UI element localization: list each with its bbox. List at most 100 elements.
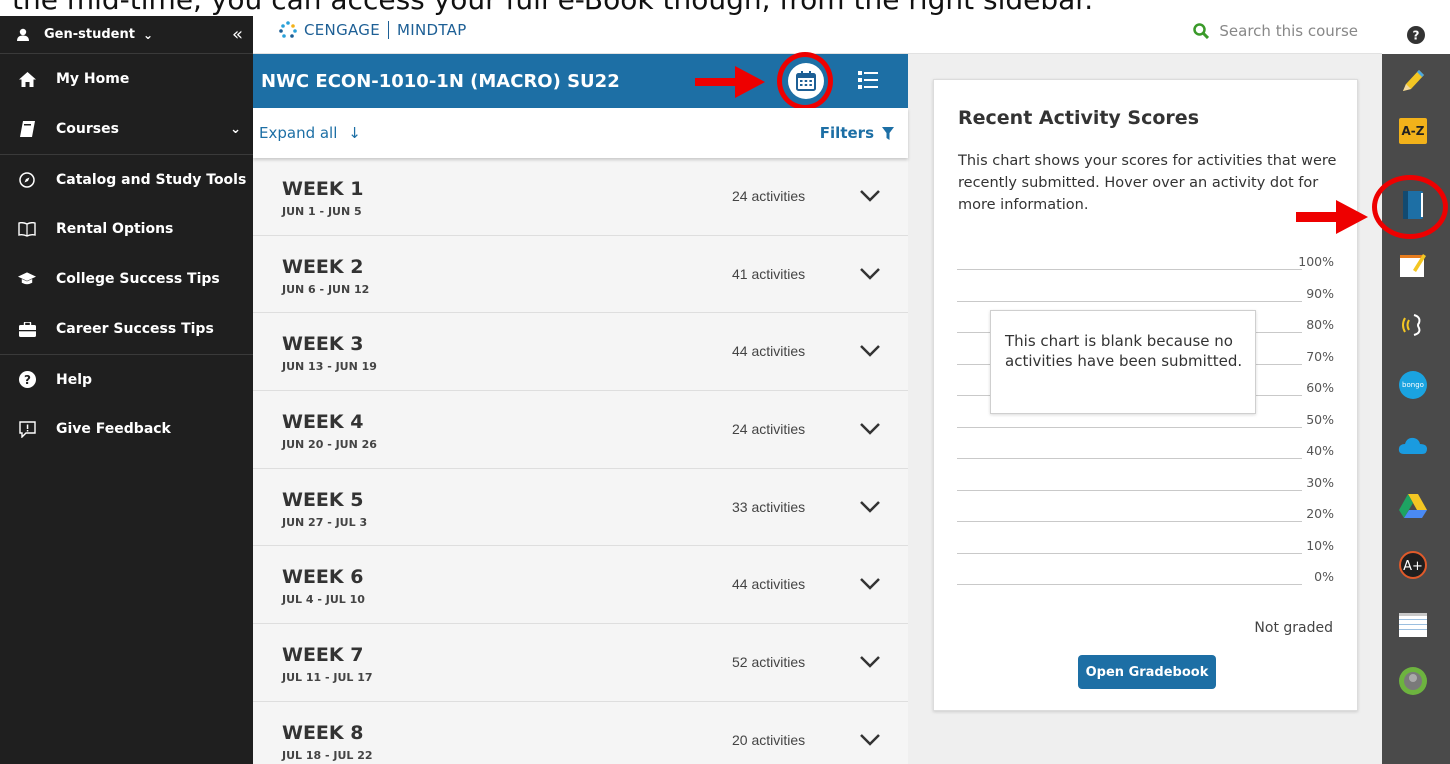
list-item[interactable]: WEEK 6 JUL 4 - JUL 10 44 activities — [253, 546, 908, 625]
chart-gridline — [957, 584, 1302, 585]
dock-notes[interactable] — [1398, 250, 1428, 280]
chart-gridline — [957, 300, 1302, 302]
chart-tick-label: 10% — [1306, 537, 1334, 553]
dock-bongo[interactable]: bongo — [1398, 370, 1428, 400]
dock-dictionary[interactable]: A-Z — [1398, 116, 1428, 146]
chevron-down-icon: ⌄ — [142, 27, 153, 42]
dock-aplia[interactable]: A+ — [1398, 550, 1428, 580]
chevron-down-icon[interactable] — [860, 500, 880, 513]
sidebar-item-courses[interactable]: Courses ⌄ — [0, 104, 253, 154]
sidebar-item-rental-options[interactable]: Rental Options — [0, 204, 253, 254]
cengage-logo[interactable]: CENGAGE MINDTAP — [278, 20, 467, 40]
help-button[interactable]: ? — [1382, 16, 1450, 54]
course-search[interactable]: Search this course — [1193, 22, 1358, 40]
week-title: WEEK 7 — [282, 644, 364, 667]
sidebar-item-help[interactable]: ? Help — [0, 354, 253, 404]
notes-icon — [1400, 254, 1426, 277]
sidebar-item-college-tips[interactable]: College Success Tips — [0, 254, 253, 304]
week-title: WEEK 5 — [282, 488, 364, 511]
dock-flashcards[interactable] — [1398, 610, 1428, 640]
chevron-down-icon[interactable] — [860, 578, 880, 591]
chart-tick-label: 90% — [1306, 285, 1334, 301]
list-item[interactable]: WEEK 7 JUL 11 - JUL 17 52 activities — [253, 624, 908, 702]
search-icon — [1193, 23, 1210, 39]
sidebar-item-label: College Success Tips — [56, 271, 220, 287]
week-dates: JUL 18 - JUL 22 — [282, 748, 373, 762]
week-title: WEEK 2 — [282, 255, 364, 278]
caption-text: the mid-time, you can access your full e… — [12, 0, 1093, 16]
week-dates: JUN 20 - JUN 26 — [282, 438, 377, 452]
sidebar-item-label: Career Success Tips — [56, 321, 214, 337]
chevron-down-icon[interactable] — [860, 267, 880, 280]
chevron-down-icon[interactable] — [860, 345, 880, 358]
week-dates: JUN 13 - JUN 19 — [282, 360, 377, 374]
week-activity-count: 41 activities — [732, 265, 806, 282]
week-title: WEEK 6 — [282, 566, 364, 589]
not-graded-label: Not graded — [1254, 620, 1333, 636]
sidebar-item-label: My Home — [56, 71, 130, 87]
week-title: WEEK 1 — [282, 178, 364, 200]
week-dates: JUN 1 - JUN 5 — [282, 205, 362, 218]
question-icon: ? — [1407, 26, 1425, 44]
chart-gridline — [957, 521, 1302, 522]
sidebar-item-catalog[interactable]: Catalog and Study Tools — [0, 154, 253, 204]
top-header: CENGAGE MINDTAP Search this course — [253, 16, 1382, 54]
expand-all-label: Expand all — [259, 124, 338, 142]
dock-onedrive[interactable] — [1398, 430, 1428, 460]
week-dates: JUN 6 - JUN 12 — [282, 282, 370, 296]
brand-cengage: CENGAGE — [304, 21, 380, 39]
caption-banner: the mid-time, you can access your full e… — [0, 0, 1450, 16]
sidebar-item-my-home[interactable]: My Home — [0, 54, 253, 104]
sidebar-item-label: Catalog and Study Tools — [56, 171, 247, 188]
user-menu[interactable]: Gen-student ⌄ « — [0, 16, 253, 54]
flashcards-icon — [1399, 613, 1427, 637]
compass-icon — [18, 171, 36, 189]
dock-google-drive[interactable] — [1398, 490, 1428, 520]
brand-mindtap: MINDTAP — [397, 21, 467, 39]
aplia-icon: A+ — [1399, 551, 1427, 579]
list-item[interactable]: WEEK 4 JUN 20 - JUN 26 24 activities — [253, 391, 908, 469]
list-item[interactable]: WEEK 2 JUN 6 - JUN 12 41 activities — [253, 236, 908, 314]
week-activity-count: 24 activities — [732, 421, 806, 438]
week-dates: JUL 11 - JUL 17 — [282, 671, 373, 685]
dock-readspeaker[interactable] — [1398, 310, 1428, 340]
annotation-arrow — [695, 66, 765, 98]
filters-button[interactable]: Filters — [820, 124, 894, 142]
dock-profile[interactable] — [1398, 666, 1428, 696]
list-item[interactable]: WEEK 1 JUN 1 - JUN 5 24 activities — [253, 158, 908, 236]
chevron-down-icon[interactable] — [860, 423, 880, 435]
sidebar-item-career-tips[interactable]: Career Success Tips — [0, 304, 253, 354]
expand-all-link[interactable]: Expand all ↓ — [259, 124, 361, 142]
course-header: NWC ECON-1010-1N (MACRO) SU22 — [253, 52, 908, 110]
annotation-arrow — [1296, 200, 1368, 234]
search-input[interactable]: Search this course — [1219, 22, 1358, 40]
book-icon — [18, 120, 36, 138]
collapse-sidebar-icon[interactable]: « — [232, 24, 243, 45]
chart-tick-label: 60% — [1306, 380, 1334, 395]
list-item[interactable]: WEEK 5 JUN 27 - JUL 3 33 activities — [253, 469, 908, 547]
open-gradebook-button[interactable]: Open Gradebook — [1078, 655, 1216, 689]
chart-gridline — [957, 458, 1302, 459]
dock-pencil[interactable] — [1398, 66, 1428, 96]
google-drive-icon — [1399, 493, 1427, 518]
list-view-button[interactable] — [858, 70, 878, 94]
list-item[interactable]: WEEK 3 JUN 13 - JUN 19 44 activities — [253, 313, 908, 392]
profile-icon — [1399, 667, 1427, 695]
sidebar-item-label: Courses — [56, 121, 119, 137]
sidebar-item-label: Give Feedback — [56, 421, 171, 437]
feedback-icon — [18, 420, 36, 438]
chart-tick-label: 40% — [1306, 443, 1334, 458]
chart-tick-label: 100% — [1298, 254, 1334, 269]
weeks-list: WEEK 1 JUN 1 - JUN 5 24 activities WEEK … — [253, 158, 908, 764]
week-activity-count: 52 activities — [732, 654, 806, 671]
week-activity-count: 24 activities — [732, 188, 806, 204]
list-item[interactable]: WEEK 8 JUL 18 - JUL 22 20 activities — [253, 702, 908, 764]
chevron-down-icon[interactable] — [860, 656, 880, 668]
chevron-down-icon[interactable] — [860, 190, 880, 202]
week-dates: JUL 4 - JUL 10 — [282, 593, 365, 607]
sidebar-item-feedback[interactable]: Give Feedback — [0, 404, 253, 454]
week-activity-count: 44 activities — [732, 576, 806, 593]
graduation-cap-icon — [18, 270, 36, 288]
chevron-down-icon[interactable] — [860, 733, 880, 746]
svg-text:?: ? — [24, 373, 31, 387]
